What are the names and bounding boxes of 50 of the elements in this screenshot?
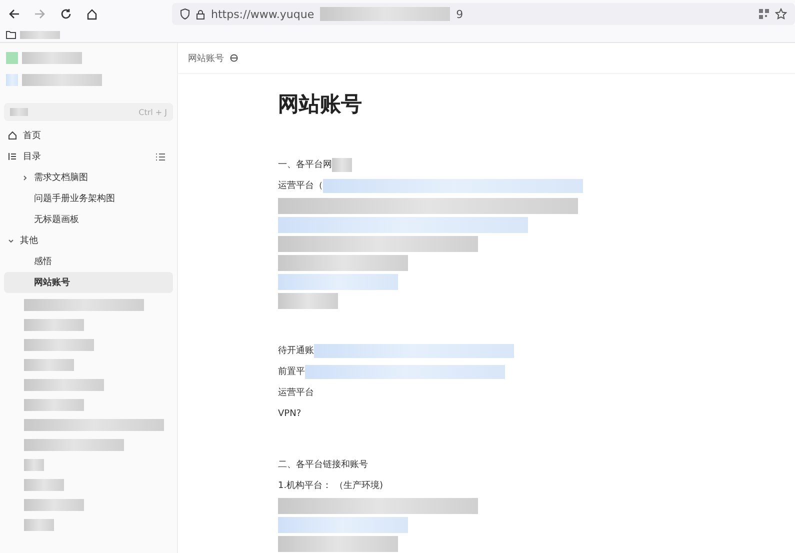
folder-icon[interactable] [6,31,16,39]
list-icon[interactable] [156,152,165,160]
sidebar-item[interactable]: 首页 [4,125,173,146]
sidebar-item[interactable]: 网站账号 [4,272,173,293]
globe-icon [230,54,238,62]
chevron-down-icon[interactable] [8,238,14,244]
redacted-block [6,52,18,64]
redacted-block [10,108,28,116]
document-text: VPN? [278,408,302,418]
document-text: 二、各平台链接和账号 [278,458,368,471]
chevron-right-icon[interactable] [22,174,28,180]
sidebar-item[interactable]: 其他 [4,230,173,251]
document-text: 待开通账 [278,344,314,357]
sidebar-item[interactable]: 问题手册业务架构图 [4,188,173,209]
outline-icon [8,152,17,161]
qr-code-icon[interactable] [759,9,769,19]
sidebar-item[interactable]: 感悟 [4,251,173,272]
redacted-block [332,158,352,172]
home-icon [8,131,17,140]
sidebar-item[interactable]: 无标题画板 [4,209,173,230]
home-icon[interactable] [86,8,98,20]
document-text: 1.机构平台： （生产环境) [278,480,383,492]
address-bar[interactable]: https://www.yuque 9 [172,3,795,25]
document-text: 一、各平台网 [278,158,332,171]
document-title: 网站账号 [278,91,363,118]
lock-icon [196,8,205,20]
redacted-block [24,459,44,471]
breadcrumb[interactable]: 网站账号 [188,52,224,64]
reload-icon[interactable] [60,8,72,20]
sidebar-item[interactable]: 需求文档脑图 [4,167,173,188]
back-icon[interactable] [8,8,20,20]
redacted-block [24,319,84,331]
document-text: 前置平 [278,366,305,378]
star-icon[interactable] [775,8,787,20]
redacted-block [22,52,82,64]
redacted-block [20,31,60,39]
redacted-block [24,359,74,371]
redacted-block [278,292,338,308]
document-text: 运营平台（ [278,180,323,192]
redacted-block [24,339,94,351]
document-text: 运营平台 [278,386,314,399]
redacted-block [24,519,54,531]
redacted-block [6,74,18,86]
redacted-block [24,479,64,491]
shield-icon[interactable] [180,8,190,20]
url-text: https://www.yuque [211,8,314,20]
redacted-block [24,499,84,511]
redacted-block [24,399,84,411]
url-text: 9 [456,8,464,20]
sidebar-item[interactable]: 目录 [4,146,173,167]
